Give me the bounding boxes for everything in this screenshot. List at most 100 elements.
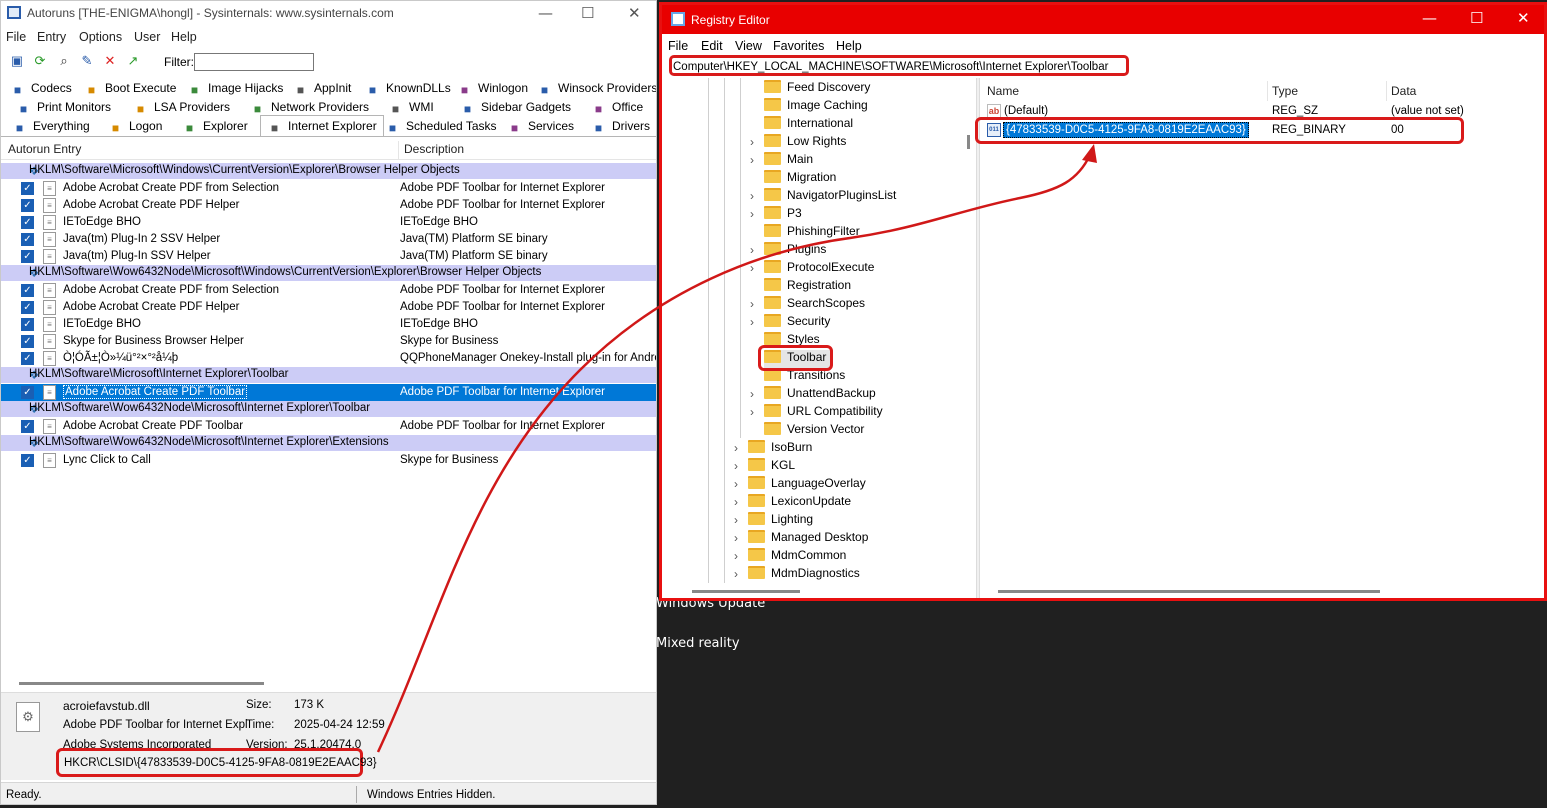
column-name[interactable]: Name (987, 84, 1019, 98)
tree-node-security[interactable]: › Security (750, 314, 830, 332)
column-description[interactable]: Description (404, 142, 464, 159)
regedit-menu-view[interactable]: View (735, 39, 762, 53)
regedit-close-button[interactable]: ✕ (1517, 9, 1530, 27)
enabled-checkbox[interactable]: ✓ (21, 386, 34, 399)
chevron-right-icon[interactable]: › (750, 315, 754, 329)
chevron-right-icon[interactable]: › (750, 261, 754, 275)
tree-node-mdmcommon[interactable]: › MdmCommon (734, 548, 846, 566)
regedit-menu-edit[interactable]: Edit (701, 39, 723, 53)
filter-input[interactable] (194, 53, 314, 71)
enabled-checkbox[interactable]: ✓ (21, 233, 34, 246)
enabled-checkbox[interactable]: ✓ (21, 182, 34, 195)
values-hscroll-thumb[interactable] (998, 590, 1380, 593)
tab-appinit[interactable]: ■ AppInit (293, 81, 351, 100)
enabled-checkbox[interactable]: ✓ (21, 318, 34, 331)
find-icon[interactable]: ⌕ (56, 53, 72, 69)
tree-node-unattendbackup[interactable]: › UnattendBackup (750, 386, 876, 404)
column-separator[interactable] (1386, 81, 1387, 101)
tab-image-hijacks[interactable]: ■ Image Hijacks (187, 81, 283, 100)
tab-codecs[interactable]: ■ Codecs (10, 81, 72, 100)
tree-node-international[interactable]: International (764, 116, 853, 134)
autorun-entry-row[interactable]: ✓ ≡ Adobe Acrobat Create PDF Toolbar Adobe … (1, 418, 656, 435)
clsid-path-highlight[interactable]: HKCR\CLSID\{47833539-D0C5-4125-9FA8-0819… (56, 748, 377, 777)
tab-boot-execute[interactable]: ■ Boot Execute (84, 81, 177, 100)
autorun-entry-row[interactable]: ✓ ≡ Adobe Acrobat Create PDF Toolbar Adobe … (1, 384, 656, 401)
autorun-entry-row[interactable]: ✓ ≡ Adobe Acrobat Create PDF Helper Adobe P… (1, 299, 656, 316)
tab-sidebar-gadgets[interactable]: ■ Sidebar Gadgets (460, 100, 571, 119)
registry-key-group[interactable]: ❖ HKLM\Software\Wow6432Node\Microsoft\Int… (1, 435, 656, 451)
chevron-right-icon[interactable]: › (750, 153, 754, 167)
enabled-checkbox[interactable]: ✓ (21, 420, 34, 433)
tree-node-feed-discovery[interactable]: Feed Discovery (764, 80, 870, 98)
minimize-button[interactable]: — (538, 4, 553, 22)
tab-wmi[interactable]: ■ WMI (388, 100, 434, 119)
properties-icon[interactable]: ✎ (79, 53, 95, 69)
address-bar[interactable]: Computer\HKEY_LOCAL_MACHINE\SOFTWARE\Mic… (669, 55, 1129, 76)
registry-key-group[interactable]: ❖ HKLM\Software\Microsoft\Internet Explor… (1, 367, 656, 383)
tab-winsock-providers[interactable]: ■ Winsock Providers (537, 81, 656, 100)
autorun-entry-row[interactable]: ✓ ≡ Java(tm) Plug-In 2 SSV Helper Java(TM) … (1, 231, 656, 248)
chevron-right-icon[interactable]: › (750, 243, 754, 257)
regedit-menu-file[interactable]: File (668, 39, 688, 53)
enabled-checkbox[interactable]: ✓ (21, 199, 34, 212)
tree-node-url-compatibility[interactable]: › URL Compatibility (750, 404, 883, 422)
autoruns-titlebar[interactable]: Autoruns [THE-ENIGMA\hongl] - Sysinterna… (1, 1, 656, 27)
chevron-right-icon[interactable]: › (734, 513, 738, 527)
chevron-right-icon[interactable]: › (750, 189, 754, 203)
registry-key-group[interactable]: ❖ HKLM\Software\Wow6432Node\Microsoft\Int… (1, 401, 656, 417)
tree-node-main[interactable]: › Main (750, 152, 813, 170)
chevron-right-icon[interactable]: › (734, 495, 738, 509)
enabled-checkbox[interactable]: ✓ (21, 216, 34, 229)
enabled-checkbox[interactable]: ✓ (21, 352, 34, 365)
menu-help[interactable]: Help (171, 30, 197, 44)
enabled-checkbox[interactable]: ✓ (21, 284, 34, 297)
regedit-maximize-button[interactable]: ☐ (1470, 9, 1483, 27)
autorun-entry-row[interactable]: ✓ ≡ Skype for Business Browser Helper Skype… (1, 333, 656, 350)
tab-office[interactable]: ■ Office (591, 100, 643, 119)
tree-node-plugins[interactable]: › Plugins (750, 242, 826, 260)
regedit-minimize-button[interactable]: — (1422, 9, 1437, 27)
tree-node-navigatorpluginslist[interactable]: › NavigatorPluginsList (750, 188, 896, 206)
tree-scroll-thumb[interactable] (967, 135, 970, 149)
chevron-right-icon[interactable]: › (734, 531, 738, 545)
tree-node-migration[interactable]: Migration (764, 170, 836, 188)
enabled-checkbox[interactable]: ✓ (21, 454, 34, 467)
tree-node-registration[interactable]: Registration (764, 278, 851, 296)
chevron-right-icon[interactable]: › (734, 477, 738, 491)
menu-options[interactable]: Options (79, 30, 122, 44)
tree-node-kgl[interactable]: › KGL (734, 458, 795, 476)
tab-winlogon[interactable]: ■ Winlogon (457, 81, 528, 100)
tab-knowndlls[interactable]: ■ KnownDLLs (365, 81, 451, 100)
tree-node-lexiconupdate[interactable]: › LexiconUpdate (734, 494, 851, 512)
tree-node-languageoverlay[interactable]: › LanguageOverlay (734, 476, 866, 494)
enabled-checkbox[interactable]: ✓ (21, 335, 34, 348)
column-separator[interactable] (1267, 81, 1268, 101)
autorun-entry-row[interactable]: ✓ ≡ Ò¦ÓÃ±¦Ò»¼ü°²×°²å¼þ QQPhoneManager Oneke… (1, 350, 656, 367)
chevron-right-icon[interactable]: › (734, 549, 738, 563)
tree-node-p3[interactable]: › P3 (750, 206, 802, 224)
tree-node-searchscopes[interactable]: › SearchScopes (750, 296, 865, 314)
tree-node-mdmdiagnostics[interactable]: › MdmDiagnostics (734, 566, 860, 583)
tree-node-lighting[interactable]: › Lighting (734, 512, 813, 530)
chevron-right-icon[interactable]: › (750, 387, 754, 401)
menu-user[interactable]: User (134, 30, 160, 44)
autorun-entry-row[interactable]: ✓ ≡ Lync Click to Call Skype for Business (1, 452, 656, 469)
regedit-menu-help[interactable]: Help (836, 39, 862, 53)
tree-node-image-caching[interactable]: Image Caching (764, 98, 868, 116)
chevron-right-icon[interactable]: › (734, 441, 738, 455)
column-type[interactable]: Type (1272, 84, 1298, 98)
horizontal-scrollbar[interactable] (19, 682, 264, 685)
chevron-right-icon[interactable]: › (750, 135, 754, 149)
regedit-menu-favorites[interactable]: Favorites (773, 39, 824, 53)
tree-node-isoburn[interactable]: › IsoBurn (734, 440, 812, 458)
autorun-entry-row[interactable]: ✓ ≡ Adobe Acrobat Create PDF from Selectio… (1, 282, 656, 299)
tree-hscroll-thumb[interactable] (692, 590, 800, 593)
autorun-entry-row[interactable]: ✓ ≡ Adobe Acrobat Create PDF from Selectio… (1, 180, 656, 197)
tab-print-monitors[interactable]: ■ Print Monitors (16, 100, 111, 119)
regedit-titlebar[interactable]: Registry Editor — ☐ ✕ (662, 5, 1544, 34)
tree-node-version-vector[interactable]: Version Vector (764, 422, 864, 440)
maximize-button[interactable]: ☐ (581, 4, 594, 22)
enabled-checkbox[interactable]: ✓ (21, 301, 34, 314)
autorun-entry-row[interactable]: ✓ ≡ IEToEdge BHO IEToEdge BHO (1, 316, 656, 333)
menu-file[interactable]: File (6, 30, 26, 44)
